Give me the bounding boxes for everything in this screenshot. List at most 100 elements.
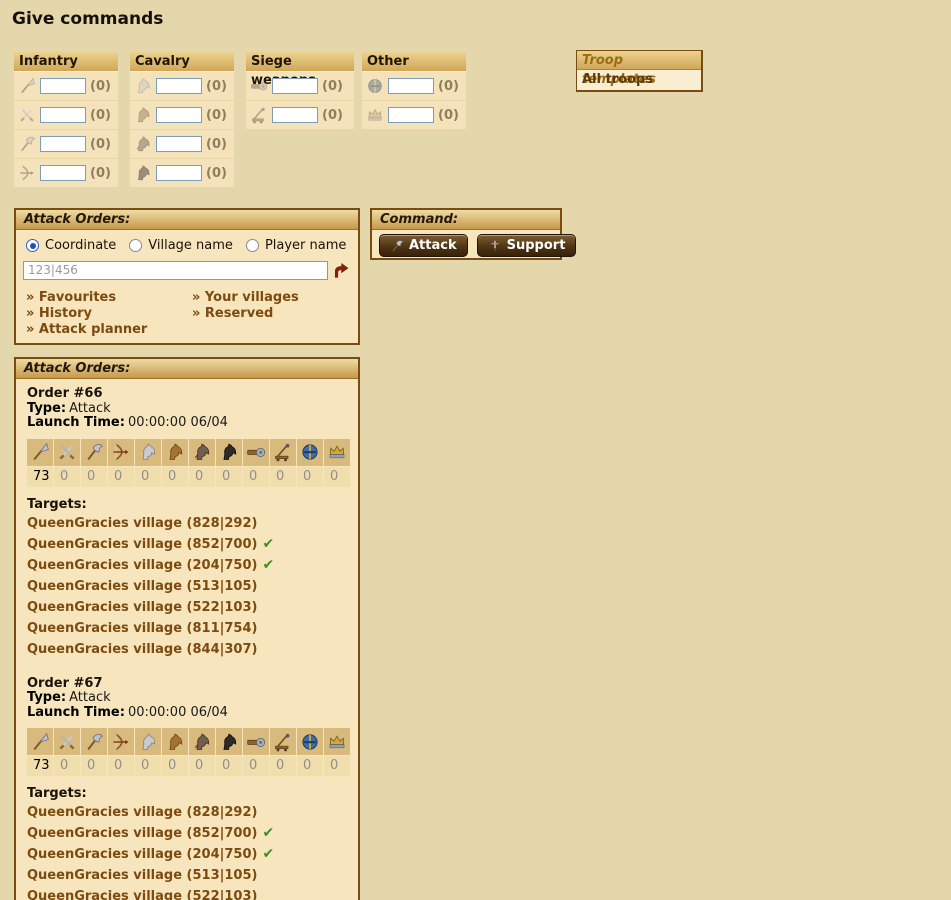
radio-circle [26, 239, 39, 252]
check-icon: ✔ [262, 846, 274, 862]
unit-count: 0 [216, 467, 242, 487]
ram-count-input[interactable] [272, 78, 318, 94]
archer-count-input[interactable] [40, 165, 86, 181]
nobleman-icon [324, 439, 350, 466]
target-village-link[interactable]: QueenGracies village (852|700) [27, 826, 257, 841]
radio-player-name[interactable]: Player name [246, 238, 346, 253]
scout-icon [133, 76, 153, 96]
scout-icon [135, 728, 161, 755]
paladin-icon [297, 728, 323, 755]
target-village-link[interactable]: QueenGracies village (828|292) [27, 805, 257, 820]
target-village-link[interactable]: QueenGracies village (522|103) [27, 600, 257, 615]
light-cavalry-count-input[interactable] [156, 107, 202, 123]
order-launch-label: Launch Time: [27, 415, 125, 430]
command-title: Command: [372, 210, 560, 230]
scout-icon [135, 439, 161, 466]
troop-input-row: (0) [130, 71, 234, 100]
axe-icon [17, 134, 37, 154]
heavy-cavalry-icon [133, 163, 153, 183]
radio-coordinate[interactable]: Coordinate [26, 238, 116, 253]
troop-input-row: (0) [130, 158, 234, 187]
target-row: QueenGracies village (852|700)✔ [27, 823, 347, 844]
order-block-66: Order #66 Type:Attack Launch Time:00:00:… [27, 387, 347, 660]
history-link[interactable]: » History [26, 306, 192, 322]
paladin-count-input[interactable] [388, 78, 434, 94]
target-village-link[interactable]: QueenGracies village (513|105) [27, 868, 257, 883]
heavy-cavalry-count-input[interactable] [156, 165, 202, 181]
heavy-cavalry-icon [216, 439, 242, 466]
target-row: QueenGracies village (852|700)✔ [27, 534, 347, 555]
check-icon: ✔ [262, 557, 274, 573]
nobleman-count-input[interactable] [388, 107, 434, 123]
radio-label: Player name [265, 238, 346, 253]
sword-count-input[interactable] [40, 107, 86, 123]
target-village-link[interactable]: QueenGracies village (204|750) [27, 847, 257, 862]
favourites-link[interactable]: » Favourites [26, 290, 192, 306]
target-village-link[interactable]: QueenGracies village (811|754) [27, 621, 257, 636]
scout-count-input[interactable] [156, 78, 202, 94]
target-coordinate-input[interactable] [23, 261, 328, 280]
troop-group-title: Infantry [14, 52, 118, 71]
troop-templates-panel: Troop templates All troops [576, 50, 703, 92]
paladin-icon [365, 76, 385, 96]
targets-label: Targets: [27, 497, 347, 513]
your-villages-link[interactable]: » Your villages [192, 290, 358, 306]
order-type-line: Type:Attack [27, 691, 347, 706]
target-village-link[interactable]: QueenGracies village (204|750) [27, 558, 257, 573]
catapult-count-input[interactable] [272, 107, 318, 123]
unit-count: 0 [297, 467, 323, 487]
target-village-link[interactable]: QueenGracies village (828|292) [27, 516, 257, 531]
attack-button[interactable]: Attack [379, 234, 468, 257]
unit-count: 0 [135, 467, 161, 487]
reserved-link[interactable]: » Reserved [192, 306, 358, 322]
command-buttons: Attack Support [372, 230, 560, 257]
troop-group-title: Cavalry [130, 52, 234, 71]
order-block-67: Order #67 Type:Attack Launch Time:00:00:… [27, 677, 347, 900]
attack-orders-form-title: Attack Orders: [16, 210, 358, 230]
attack-button-label: Attack [409, 238, 457, 253]
radio-dot [30, 243, 36, 249]
sword-icon [54, 439, 80, 466]
support-sword-icon [488, 239, 502, 253]
ram-icon [243, 439, 269, 466]
unit-count: 0 [216, 756, 242, 776]
troop-available-count: (0) [438, 79, 459, 94]
order-unit-counts-row: 73 0 0 0 0 0 0 0 0 0 0 0 [27, 756, 350, 776]
nobleman-icon [365, 105, 385, 125]
troop-input-row: (0) [14, 100, 118, 129]
target-village-link[interactable]: QueenGracies village (844|307) [27, 642, 257, 657]
radio-circle [246, 239, 259, 252]
go-arrow-icon[interactable] [328, 259, 353, 281]
target-row: QueenGracies village (828|292)✔ [27, 513, 347, 534]
unit-count: 0 [270, 756, 296, 776]
attack-planner-link[interactable]: » Attack planner [26, 322, 192, 338]
troop-input-row: (0) [14, 71, 118, 100]
troop-available-count: (0) [206, 137, 227, 152]
target-row: QueenGracies village (522|103)✔ [27, 886, 347, 900]
targets-label: Targets: [27, 786, 347, 802]
radio-village-name[interactable]: Village name [129, 238, 233, 253]
archer-icon [108, 728, 134, 755]
unit-count: 0 [270, 467, 296, 487]
mounted-archer-icon [189, 439, 215, 466]
order-launch-line: Launch Time:00:00:00 06/04 [27, 416, 347, 431]
mounted-archer-count-input[interactable] [156, 136, 202, 152]
command-panel: Command: Attack Support [370, 208, 562, 260]
unit-count: 0 [81, 467, 107, 487]
target-village-link[interactable]: QueenGracies village (522|103) [27, 889, 257, 900]
mounted-archer-icon [189, 728, 215, 755]
axe-icon [81, 728, 107, 755]
nobleman-icon [324, 728, 350, 755]
troop-input-row: (0) [14, 129, 118, 158]
sword-icon [54, 728, 80, 755]
support-button[interactable]: Support [477, 234, 577, 257]
axe-count-input[interactable] [40, 136, 86, 152]
target-row: QueenGracies village (522|103)✔ [27, 597, 347, 618]
spear-count-input[interactable] [40, 78, 86, 94]
target-village-link[interactable]: QueenGracies village (513|105) [27, 579, 257, 594]
target-village-link[interactable]: QueenGracies village (852|700) [27, 537, 257, 552]
troop-input-row: (0) [362, 100, 466, 129]
form-links: » Favourites » History » Attack planner … [16, 281, 358, 338]
target-row: QueenGracies village (811|754)✔ [27, 618, 347, 639]
archer-icon [17, 163, 37, 183]
